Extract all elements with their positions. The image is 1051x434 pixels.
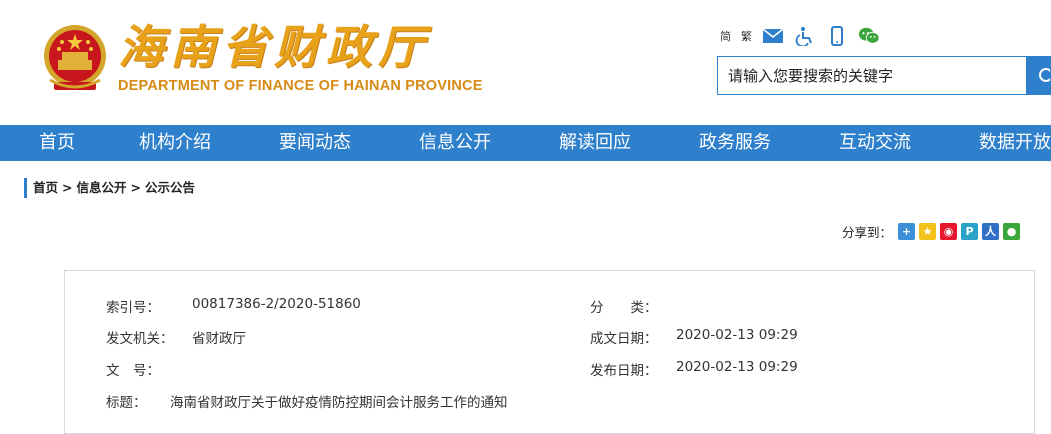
index-value: 00817386-2/2020-51860 (192, 296, 361, 312)
breadcrumb-home[interactable]: 首页 (33, 178, 58, 198)
national-emblem-icon (40, 22, 110, 96)
breadcrumb-level1[interactable]: 信息公开 (77, 178, 127, 198)
created-date-value: 2020-02-13 09:29 (676, 327, 798, 343)
share-weibo-icon[interactable]: ◉ (940, 222, 958, 240)
nav-open-data[interactable]: 数据开放 (979, 125, 1051, 161)
issuer-value: 省财政厅 (192, 331, 246, 347)
search-icon (1039, 67, 1050, 82)
search-button[interactable] (1026, 57, 1050, 94)
header-tools: 简 繁 (720, 26, 880, 46)
category-label: 分 类： (590, 300, 658, 316)
search-bar (717, 56, 1051, 95)
share-more-icon[interactable]: + (898, 222, 916, 240)
main-nav: 首页 机构介绍 要闻动态 信息公开 解读回应 政务服务 互动交流 数据开放 (0, 125, 1051, 161)
site-logo-title[interactable]: 海南省财政厅 (118, 22, 430, 72)
share-label: 分享到： (842, 224, 893, 240)
share-renren-icon[interactable]: 人 (982, 222, 1000, 240)
share-tencent-icon[interactable]: P (961, 222, 979, 240)
nav-news[interactable]: 要闻动态 (279, 125, 351, 161)
accessibility-icon[interactable] (794, 26, 816, 46)
title-label: 标题： (106, 395, 147, 411)
nav-services[interactable]: 政务服务 (699, 125, 771, 161)
wechat-icon[interactable] (858, 26, 880, 46)
breadcrumb-level2[interactable]: 公示公告 (145, 178, 195, 198)
published-date-value: 2020-02-13 09:29 (676, 359, 798, 375)
search-input[interactable] (718, 57, 1026, 94)
doc-number-label: 文 号： (106, 363, 160, 379)
breadcrumb-separator: > (62, 180, 73, 195)
breadcrumb: 首页 > 信息公开 > 公示公告 (24, 178, 195, 198)
mobile-icon[interactable] (826, 26, 848, 46)
nav-home[interactable]: 首页 (39, 125, 75, 161)
document-info-box: 索引号： 00817386-2/2020-51860 分 类： 发文机关： 省财… (64, 270, 1035, 434)
traditional-chinese-link[interactable]: 繁 (741, 28, 752, 44)
nav-interaction[interactable]: 互动交流 (839, 125, 911, 161)
share-qzone-icon[interactable]: ★ (919, 222, 937, 240)
created-date-label: 成文日期： (590, 331, 658, 347)
breadcrumb-separator: > (130, 180, 141, 195)
nav-disclosure[interactable]: 信息公开 (419, 125, 491, 161)
simplified-chinese-link[interactable]: 简 (720, 28, 731, 44)
published-date-label: 发布日期： (590, 363, 658, 379)
issuer-label: 发文机关： (106, 331, 174, 347)
mail-icon[interactable] (762, 26, 784, 46)
nav-about[interactable]: 机构介绍 (139, 125, 211, 161)
title-value: 海南省财政厅关于做好疫情防控期间会计服务工作的通知 (170, 395, 508, 411)
share-bar: 分享到： + ★ ◉ P 人 ● (842, 221, 1021, 241)
index-label: 索引号： (106, 300, 160, 316)
share-wechat-icon[interactable]: ● (1003, 222, 1021, 240)
nav-interpretation[interactable]: 解读回应 (559, 125, 631, 161)
site-header: 海南省财政厅 DEPARTMENT OF FINANCE OF HAINAN P… (0, 0, 1051, 125)
site-logo-subtitle: DEPARTMENT OF FINANCE OF HAINAN PROVINCE (118, 78, 483, 94)
